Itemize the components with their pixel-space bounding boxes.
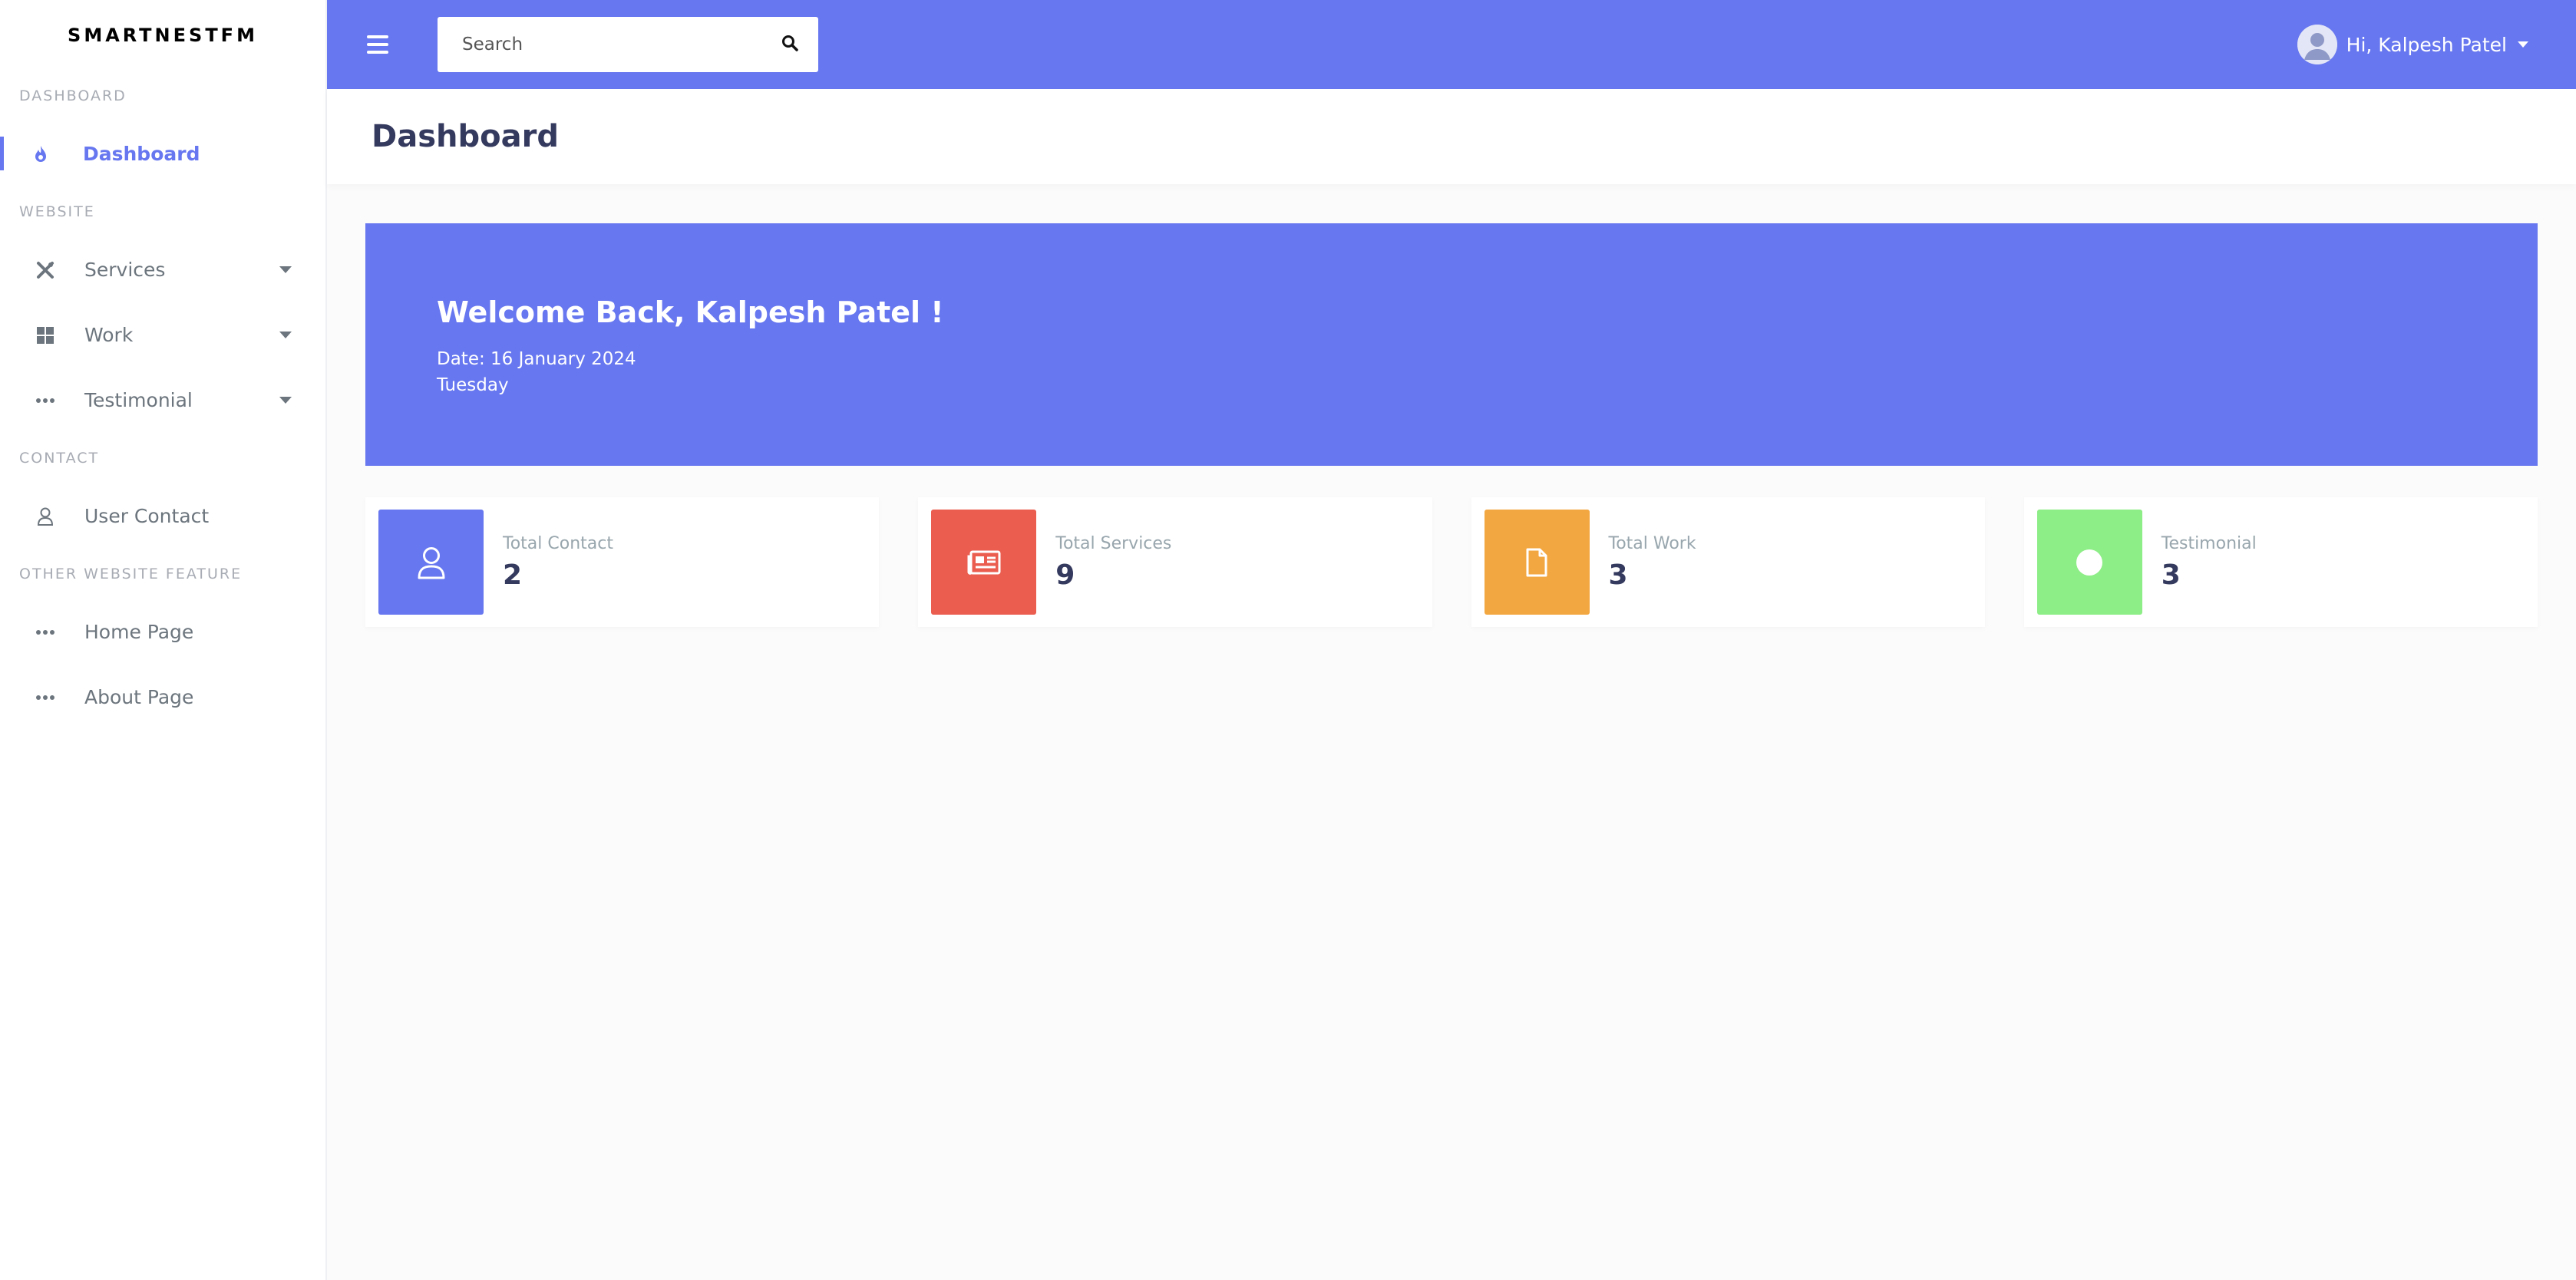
menu-header-website: WEBSITE <box>19 203 95 220</box>
stat-label: Total Services <box>1055 533 1172 553</box>
stats-cards: Total Contact 2 Total Services 9 Total W… <box>365 497 2538 627</box>
menu-toggle-icon[interactable] <box>367 35 388 54</box>
sidebar-item-label: Dashboard <box>83 143 200 165</box>
stat-value: 2 <box>503 559 523 591</box>
top-navbar: Hi, Kalpesh Patel <box>327 0 2576 89</box>
stat-label: Testimonial <box>2161 533 2257 553</box>
menu-header-contact: CONTACT <box>19 450 100 467</box>
search-icon[interactable] <box>781 35 798 55</box>
chevron-down-icon <box>279 332 292 338</box>
file-icon <box>1484 510 1590 615</box>
stat-card-testimonial: Testimonial 3 <box>2023 497 2538 627</box>
search-input[interactable] <box>462 35 781 54</box>
fire-icon <box>31 144 51 164</box>
menu-header-dashboard: DASHBOARD <box>19 87 127 104</box>
sidebar-item-label: Work <box>84 324 134 346</box>
welcome-banner: Welcome Back, Kalpesh Patel ! Date: 16 J… <box>365 223 2538 466</box>
sidebar-item-label: Testimonial <box>84 389 193 411</box>
sidebar-item-about-page[interactable]: About Page <box>0 665 325 730</box>
sidebar-item-label: User Contact <box>84 505 210 527</box>
sidebar-item-label: About Page <box>84 686 194 708</box>
stat-card-total-contact: Total Contact 2 <box>365 497 880 627</box>
sidebar-item-work[interactable]: Work <box>0 302 325 368</box>
stat-card-total-services: Total Services 9 <box>918 497 1432 627</box>
stat-value: 9 <box>1055 559 1075 591</box>
circle-icon <box>2036 510 2142 615</box>
user-icon <box>35 506 55 526</box>
page-title: Dashboard <box>327 89 2576 184</box>
stat-card-total-work: Total Work 3 <box>1471 497 1985 627</box>
sidebar-item-label: Services <box>84 259 166 281</box>
chevron-down-icon <box>2518 41 2528 48</box>
stat-value: 3 <box>2161 559 2181 591</box>
user-greeting: Hi, Kalpesh Patel <box>2346 33 2507 56</box>
chevron-down-icon <box>279 266 292 273</box>
sidebar-item-testimonial[interactable]: Testimonial <box>0 368 325 433</box>
welcome-day: Tuesday <box>437 375 509 395</box>
grid-icon <box>35 325 55 345</box>
sidebar-item-user-contact[interactable]: User Contact <box>0 483 325 549</box>
sidebar: SMARTNESTFM DASHBOARD Dashboard WEBSITE … <box>0 0 327 1280</box>
user-menu[interactable]: Hi, Kalpesh Patel <box>2297 25 2528 64</box>
stat-value: 3 <box>1608 559 1628 591</box>
chevron-down-icon <box>279 397 292 404</box>
ellipsis-icon <box>35 622 55 642</box>
sidebar-item-dashboard[interactable]: Dashboard <box>0 121 325 186</box>
sidebar-item-label: Home Page <box>84 621 194 643</box>
sidebar-item-services[interactable]: Services <box>0 237 325 302</box>
menu-header-other-website-feature: OTHER WEBSITE FEATURE <box>19 566 243 582</box>
user-icon <box>378 510 484 615</box>
avatar <box>2297 25 2337 64</box>
ellipsis-icon <box>35 688 55 708</box>
stat-label: Total Work <box>1608 533 1696 553</box>
welcome-date: Date: 16 January 2024 <box>437 349 636 369</box>
welcome-heading: Welcome Back, Kalpesh Patel ! <box>437 295 944 329</box>
brand-logo[interactable]: SMARTNESTFM <box>0 0 325 71</box>
stat-label: Total Contact <box>503 533 613 553</box>
ellipsis-icon <box>35 391 55 411</box>
newspaper-icon <box>931 510 1037 615</box>
sidebar-item-home-page[interactable]: Home Page <box>0 599 325 665</box>
tools-icon <box>35 260 55 280</box>
search-box <box>438 17 818 72</box>
